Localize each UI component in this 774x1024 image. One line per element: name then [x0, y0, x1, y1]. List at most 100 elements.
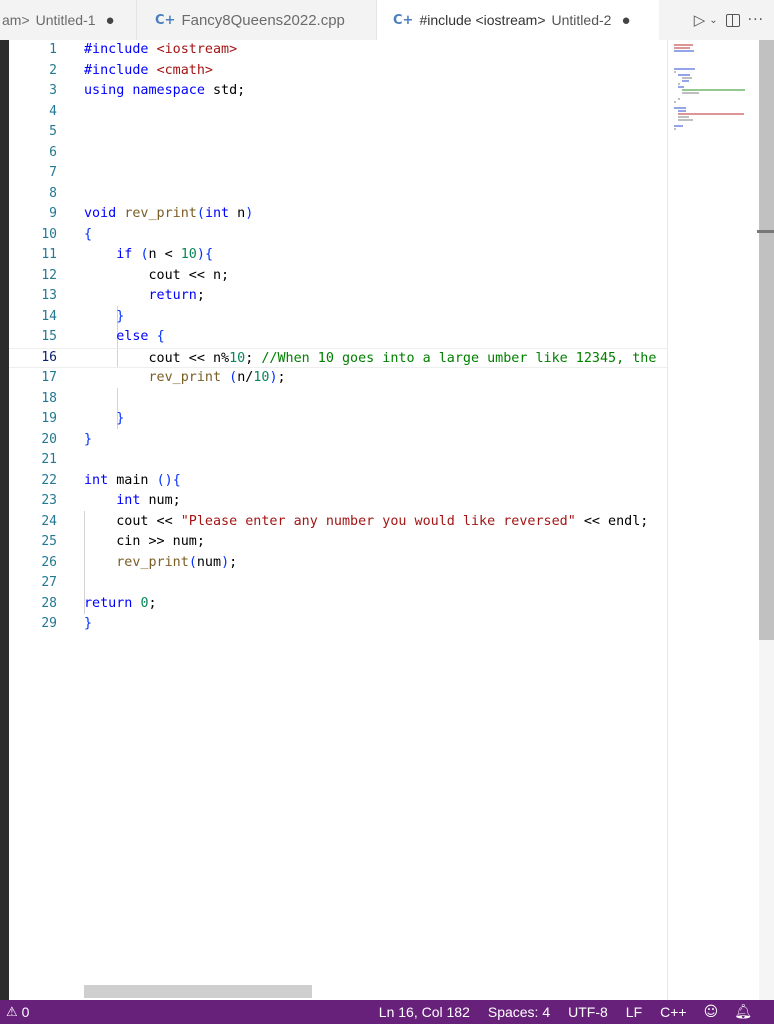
line-number: 23 — [41, 493, 57, 508]
indentation-setting[interactable]: Spaces: 4 — [479, 1004, 559, 1020]
line-number: 21 — [41, 452, 57, 467]
minimap-line — [674, 101, 676, 103]
tab-untitled-1[interactable]: am> Untitled-1 ● — [0, 0, 137, 40]
line-number: 25 — [41, 534, 57, 549]
line-number: 1 — [49, 42, 57, 57]
code-line[interactable]: { — [84, 225, 92, 246]
code-line[interactable]: using namespace std; — [84, 81, 245, 102]
line-number: 12 — [41, 267, 57, 283]
minimap-line — [674, 107, 686, 109]
tab-untitled-2[interactable]: C+ #include <iostream> Untitled-2 ● — [377, 0, 659, 40]
vertical-scrollbar-thumb[interactable] — [759, 40, 774, 640]
code-line[interactable]: rev_print(num); — [84, 553, 237, 574]
minimap-line — [678, 110, 686, 112]
line-number: 2 — [49, 62, 57, 78]
chevron-down-icon[interactable]: ⌄ — [709, 15, 717, 26]
line-number: 29 — [41, 616, 57, 631]
tab-title: Untitled-1 — [35, 12, 96, 28]
code-line[interactable]: cin >> num; — [84, 532, 205, 553]
minimap-line — [682, 80, 689, 82]
cursor-position-marker — [757, 230, 774, 233]
code-line[interactable]: return; — [84, 286, 205, 307]
line-number: 28 — [41, 595, 57, 611]
problems-count: 0 — [21, 1004, 30, 1020]
language-mode[interactable]: C++ — [651, 1004, 695, 1020]
line-number: 17 — [41, 370, 57, 385]
feedback-icon[interactable]: ☺ — [696, 1004, 727, 1020]
line-number: 4 — [49, 103, 57, 119]
line-number: 3 — [49, 83, 57, 98]
activity-bar-edge — [0, 40, 9, 1000]
unsaved-dot-icon[interactable]: ● — [106, 12, 115, 29]
horizontal-scrollbar-thumb[interactable] — [84, 985, 312, 998]
line-number: 15 — [41, 329, 57, 344]
minimap-line — [674, 47, 690, 49]
unsaved-dot-icon[interactable]: ● — [621, 12, 630, 29]
split-editor-icon[interactable] — [725, 13, 740, 27]
cpp-file-icon: C+ — [393, 12, 414, 28]
line-number: 20 — [41, 431, 57, 447]
tab-title: Fancy8Queens2022.cpp — [181, 11, 345, 29]
code-editor[interactable]: 1 2 3 4 5 6 7 8 9 10 11 12 13 14 15 16 17 18 19 20 21 22 23 24 2… — [9, 40, 667, 1000]
more-actions-icon[interactable]: ··· — [748, 12, 764, 28]
code-line[interactable]: else { — [84, 327, 164, 348]
code-line[interactable]: cout << "Please enter any number you wou… — [84, 512, 648, 533]
editor-actions: ▷ ⌄ ··· — [694, 0, 764, 40]
code-line[interactable]: } — [84, 307, 124, 328]
warning-icon: ⚠ — [6, 1004, 18, 1020]
status-bar: ⚠ 0 Ln 16, Col 182 Spaces: 4 UTF-8 LF C+… — [0, 1000, 774, 1024]
line-number: 14 — [41, 308, 57, 324]
code-line[interactable]: if (n < 10){ — [84, 245, 213, 266]
tab-title: #include <iostream> — [419, 12, 546, 28]
tab-fancy8queens[interactable]: C+ Fancy8Queens2022.cpp — [137, 0, 377, 40]
minimap-line — [682, 92, 699, 94]
minimap-line — [678, 113, 744, 115]
line-number: 10 — [41, 226, 57, 242]
code-line[interactable]: return 0; — [84, 594, 157, 615]
code-line[interactable]: #include <cmath> — [84, 61, 213, 82]
minimap-line — [674, 44, 693, 46]
minimap-line — [678, 119, 693, 121]
code-line[interactable]: } — [84, 614, 92, 635]
minimap-line — [678, 98, 680, 100]
tab-description: Untitled-2 — [551, 12, 612, 28]
minimap-line — [674, 68, 695, 70]
minimap-line — [674, 125, 683, 127]
code-line[interactable]: int main (){ — [84, 471, 181, 492]
line-number: 9 — [49, 206, 57, 221]
minimap-line — [674, 128, 676, 130]
notifications-bell-icon[interactable]: 🔔︎ — [726, 1004, 760, 1020]
file-encoding[interactable]: UTF-8 — [559, 1004, 617, 1020]
editor-tab-bar: am> Untitled-1 ● C+ Fancy8Queens2022.cpp… — [0, 0, 774, 40]
minimap-line — [678, 83, 680, 85]
line-number: 24 — [41, 513, 57, 529]
line-number: 8 — [49, 185, 57, 201]
line-number: 11 — [41, 247, 57, 262]
minimap[interactable] — [667, 40, 759, 1000]
code-line[interactable]: cout << n%10; //When 10 goes into a larg… — [9, 347, 667, 368]
minimap-line — [674, 50, 694, 52]
line-number: 6 — [49, 144, 57, 160]
problems-indicator[interactable]: ⚠ 0 — [6, 1000, 29, 1024]
code-line[interactable]: rev_print (n/10); — [84, 368, 286, 389]
line-number: 22 — [41, 472, 57, 488]
minimap-line — [682, 77, 692, 79]
run-icon[interactable]: ▷ — [694, 11, 706, 29]
code-line[interactable]: int num; — [84, 491, 181, 512]
code-line[interactable]: void rev_print(int n) — [84, 204, 253, 225]
line-number: 18 — [41, 390, 57, 406]
line-number: 27 — [41, 575, 57, 590]
line-number: 19 — [41, 411, 57, 426]
line-ending[interactable]: LF — [617, 1004, 651, 1020]
minimap-line — [682, 89, 745, 91]
line-number: 13 — [41, 288, 57, 303]
line-number: 5 — [49, 124, 57, 139]
code-line[interactable]: cout << n; — [84, 266, 229, 287]
minimap-line — [678, 74, 690, 76]
minimap-line — [674, 71, 676, 73]
tab-path-fragment: am> — [2, 12, 30, 28]
cursor-position[interactable]: Ln 16, Col 182 — [370, 1004, 479, 1020]
code-line[interactable]: } — [84, 430, 92, 451]
code-line[interactable]: #include <iostream> — [84, 40, 237, 61]
code-line[interactable]: } — [84, 409, 124, 430]
